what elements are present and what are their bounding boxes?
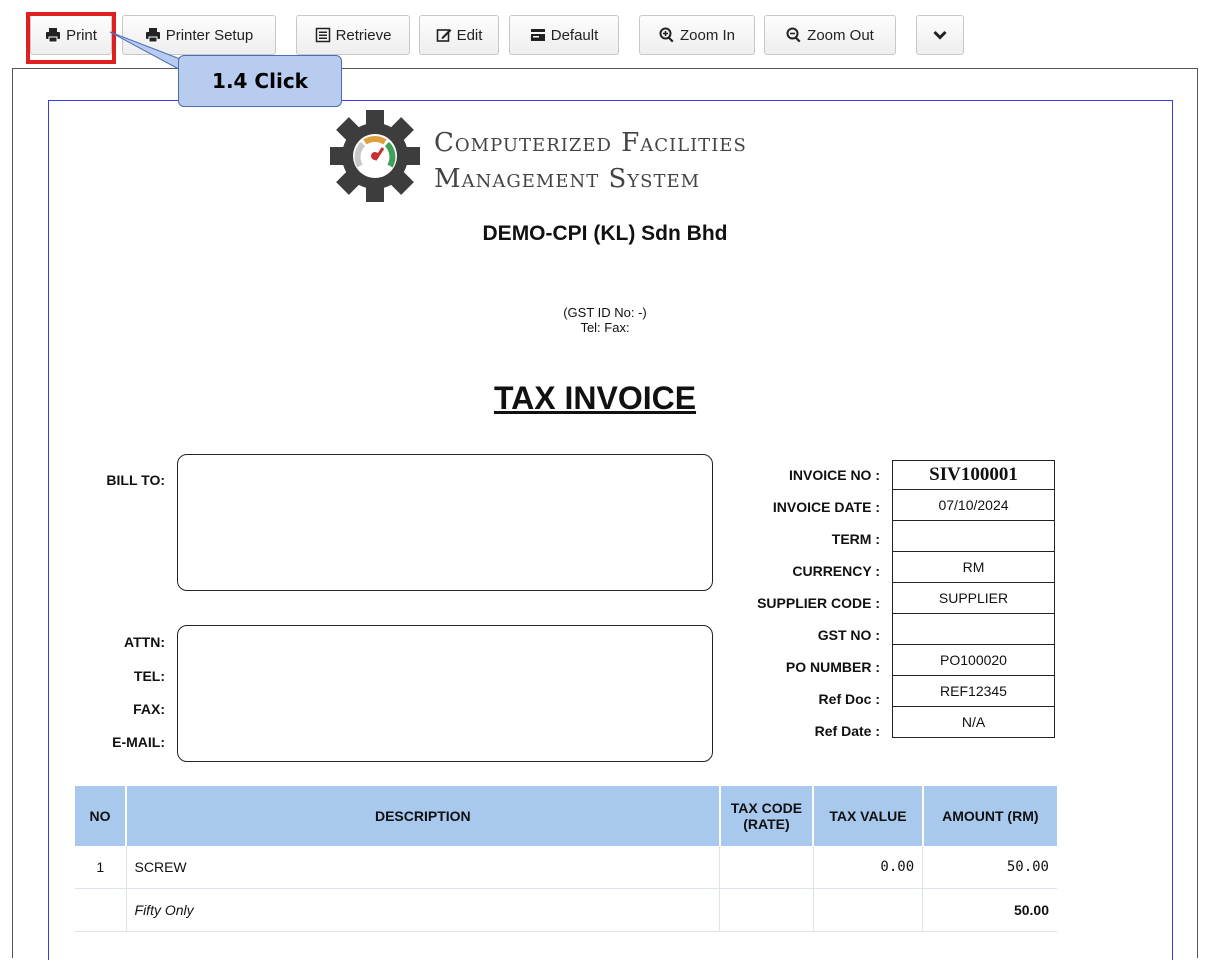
total-tax-code-cell (719, 888, 814, 932)
email-label: E-MAIL: (112, 734, 165, 750)
currency-label: CURRENCY : (792, 563, 880, 579)
invoice-items-table: NO DESCRIPTION TAX CODE (RATE) TAX VALUE… (75, 786, 1057, 932)
zoom-out-icon (786, 27, 801, 43)
total-amount: 50.00 (922, 888, 1057, 932)
invoice-no-label: INVOICE NO : (788, 467, 880, 483)
supplier-code-value: SUPPLIER (892, 582, 1055, 614)
default-button[interactable]: Default (509, 15, 619, 55)
item-tax-value: 0.00 (813, 846, 924, 889)
zoom-out-label: Zoom Out (807, 26, 874, 44)
col-no: NO (75, 786, 128, 846)
retrieve-button[interactable]: Retrieve (296, 15, 410, 55)
currency-value: RM (892, 551, 1055, 583)
card-icon (530, 29, 545, 41)
po-number-value: PO100020 (892, 644, 1055, 676)
invoice-date-label: INVOICE DATE : (772, 499, 880, 515)
attn-box (177, 625, 713, 762)
edit-button[interactable]: Edit (419, 15, 499, 55)
invoice-meta-table: SIV100001 07/10/2024 RM SUPPLIER PO10002… (892, 460, 1055, 738)
zoom-out-button[interactable]: Zoom Out (764, 15, 896, 55)
col-tax-code: TAX CODE (RATE) (719, 786, 815, 846)
term-label: TERM : (831, 531, 880, 547)
instruction-callout: 1.4 Click (178, 55, 342, 107)
tel-label: TEL: (133, 668, 165, 684)
list-icon (315, 27, 330, 43)
default-label: Default (550, 26, 599, 44)
edit-label: Edit (456, 26, 483, 44)
item-tax-code (719, 846, 814, 889)
ref-date-value: N/A (892, 706, 1055, 738)
item-description: SCREW (126, 846, 721, 889)
gear-logo-icon (330, 110, 420, 202)
tel-fax: Tel: Fax: (580, 320, 630, 335)
gst-no-label: GST NO : (817, 627, 880, 643)
bill-to-box (177, 454, 713, 591)
zoom-in-icon (659, 27, 674, 43)
gst-id: (GST ID No: -) (563, 305, 647, 320)
chevron-down-icon (933, 30, 947, 40)
total-words: Fifty Only (126, 888, 721, 932)
company-name: DEMO-CPI (KL) Sdn Bhd (482, 222, 728, 245)
ref-doc-value: REF12345 (892, 675, 1055, 707)
invoice-title: TAX INVOICE (493, 380, 697, 416)
col-tax-value: TAX VALUE (813, 786, 924, 846)
attn-label: ATTN: (124, 634, 165, 650)
col-description: DESCRIPTION (126, 786, 721, 846)
col-amount: AMOUNT (RM) (922, 786, 1057, 846)
total-row: Fifty Only 50.00 (75, 888, 1057, 932)
zoom-in-button[interactable]: Zoom In (639, 15, 755, 55)
total-no-cell (75, 888, 127, 932)
zoom-in-label: Zoom In (679, 26, 736, 44)
brand-line-2: Management System (434, 164, 701, 194)
invoice-no-value: SIV100001 (892, 460, 1055, 490)
item-amount: 50.00 (922, 846, 1057, 889)
gst-no-value (892, 613, 1055, 645)
bill-to-label: BILL TO: (106, 472, 165, 488)
invoice-date-value: 07/10/2024 (892, 489, 1055, 521)
po-number-label: PO NUMBER : (785, 659, 880, 675)
item-no: 1 (75, 846, 127, 889)
total-tax-value-cell (813, 888, 924, 932)
term-value (892, 520, 1055, 552)
print-highlight (26, 12, 116, 64)
callout-text: 1.4 Click (212, 69, 308, 93)
edit-icon (436, 29, 452, 42)
more-options-button[interactable] (916, 15, 964, 55)
supplier-code-label: SUPPLIER CODE : (757, 595, 880, 611)
retrieve-label: Retrieve (335, 26, 392, 44)
table-row: 1 SCREW 0.00 50.00 (75, 846, 1057, 889)
ref-doc-label: Ref Doc : (818, 691, 880, 707)
items-header-row: NO DESCRIPTION TAX CODE (RATE) TAX VALUE… (75, 786, 1057, 846)
fax-label: FAX: (133, 701, 165, 717)
brand-line-1: Computerized Facilities (434, 128, 747, 158)
ref-date-label: Ref Date : (814, 723, 880, 739)
